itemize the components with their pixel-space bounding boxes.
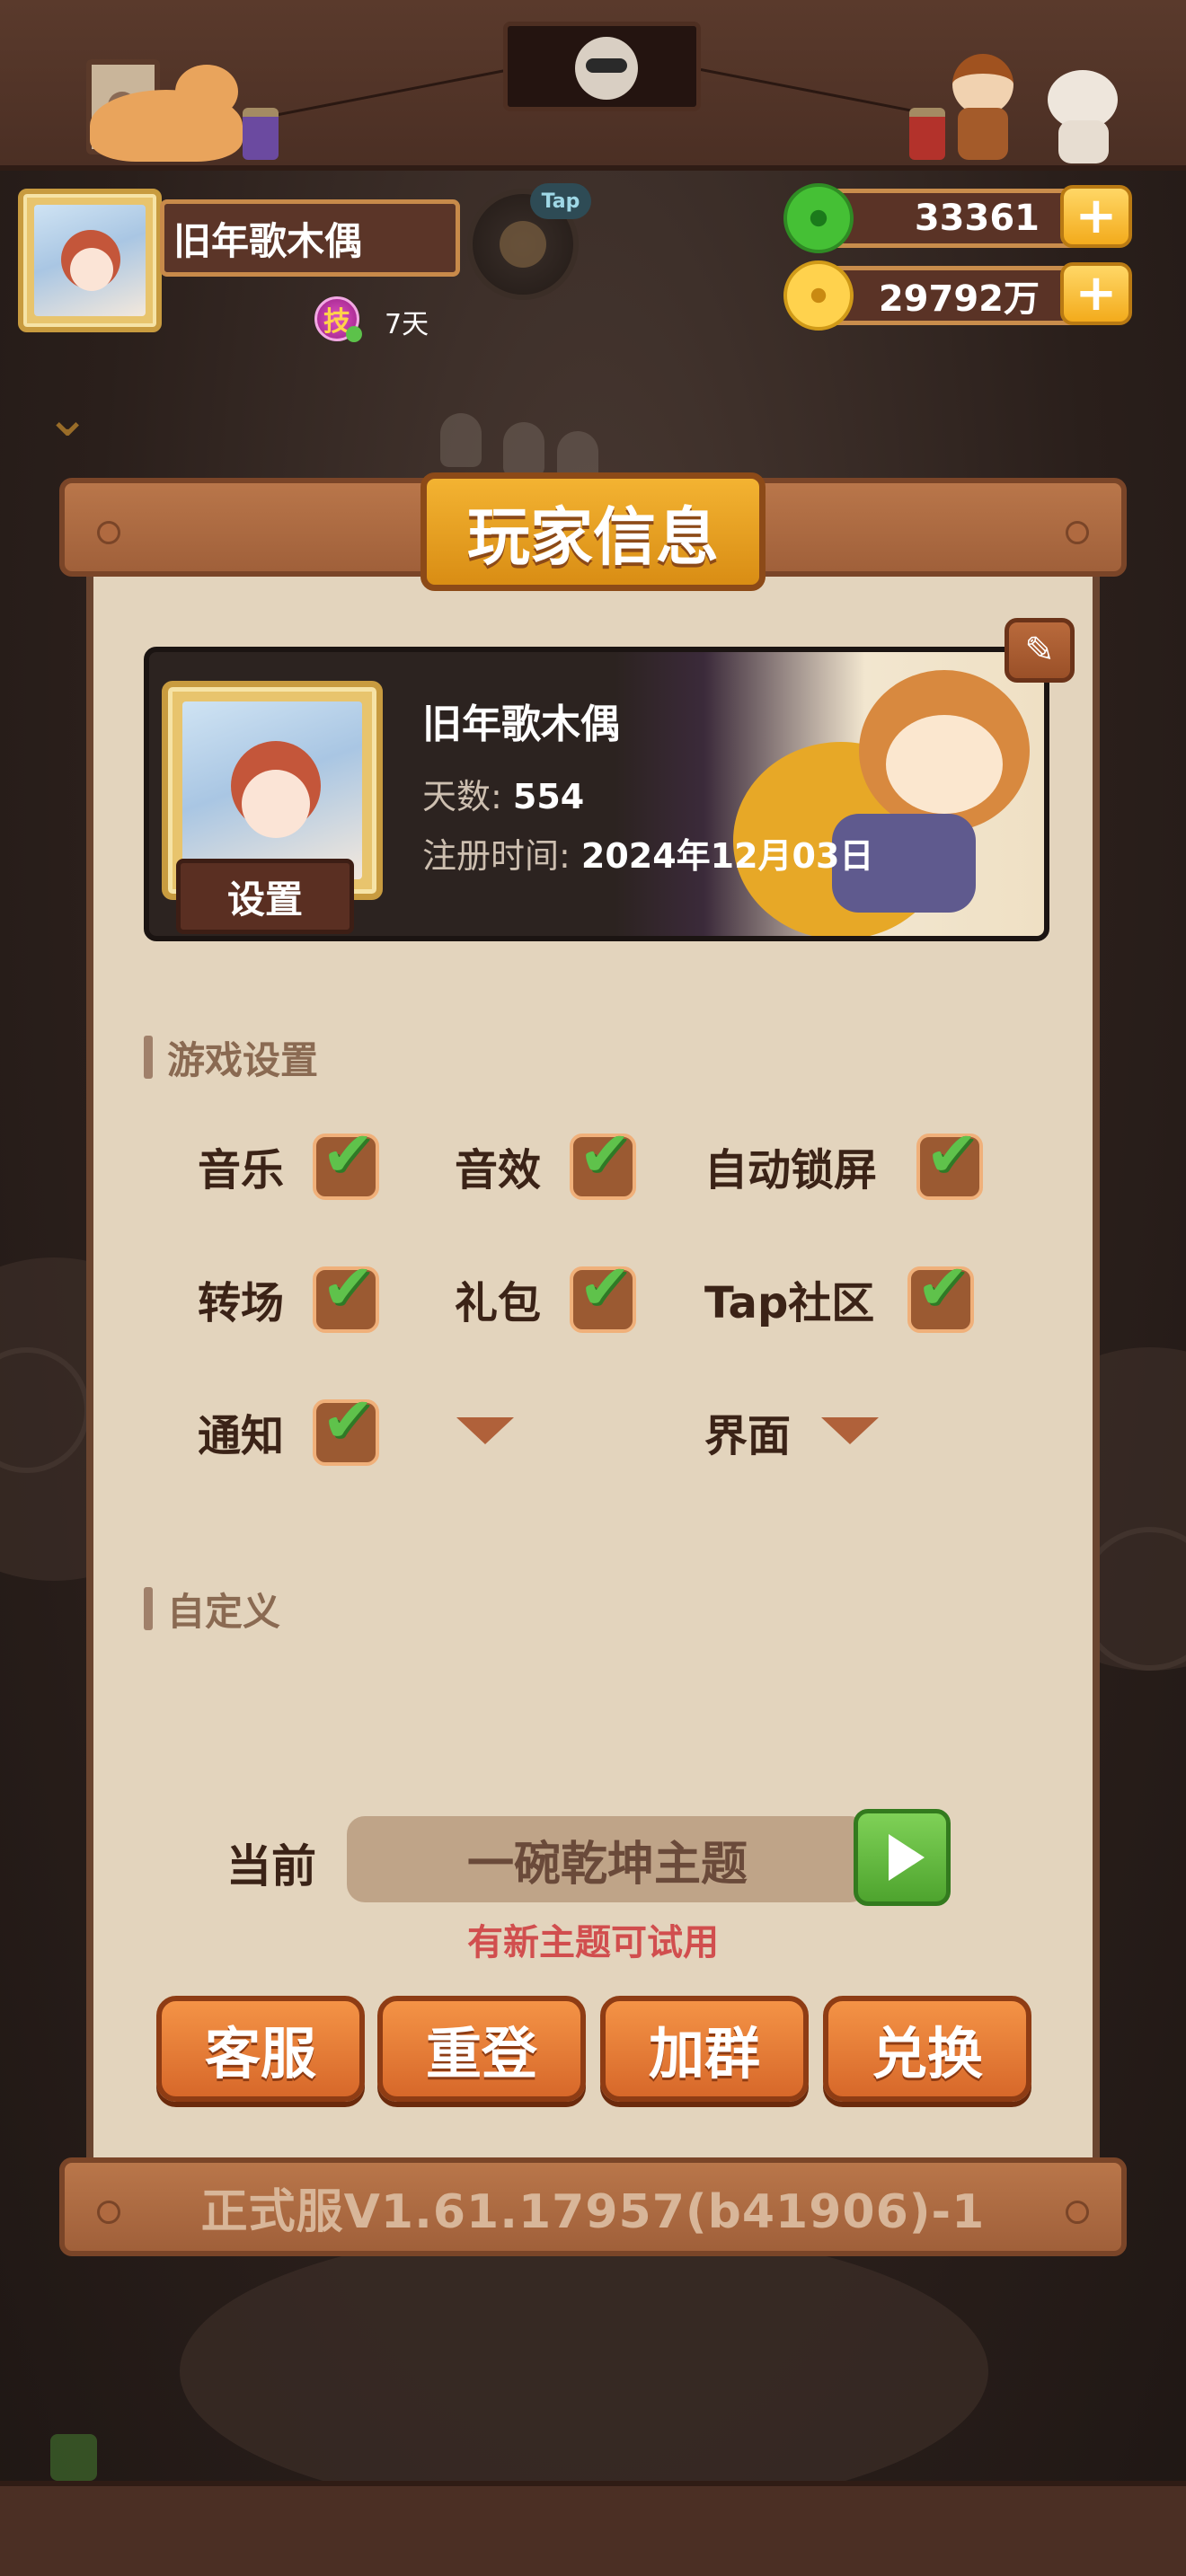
setting-notify-label: 通知	[198, 1411, 285, 1461]
jar-icon	[909, 108, 945, 160]
bottom-bar	[0, 2481, 1186, 2576]
register-value: 2024年12月03日	[580, 836, 874, 876]
gold-amount: 29792万	[878, 278, 1040, 320]
theme-current-label: 当前	[226, 1840, 316, 1892]
skill-badge-icon[interactable]: 技	[314, 296, 362, 342]
card-illustration	[724, 661, 1030, 936]
boy-figure	[943, 54, 1021, 162]
sound-checkbox[interactable]: ✔	[570, 1123, 636, 1200]
transition-checkbox[interactable]: ✔	[313, 1256, 379, 1333]
register-label: 注册时间:	[422, 836, 571, 876]
notify-checkbox[interactable]: ✔	[313, 1389, 379, 1466]
check-icon: ✔	[579, 1117, 632, 1191]
top-shelf	[0, 0, 1186, 171]
customer-service-button[interactable]: 客服	[156, 1996, 365, 2102]
section-title: 自定义	[167, 1589, 281, 1634]
tap-badge: Tap	[530, 183, 591, 219]
relogin-button[interactable]: 重登	[377, 1996, 586, 2102]
profile-name: 旧年歌木偶	[422, 701, 620, 747]
tap-community-checkbox[interactable]: ✔	[907, 1256, 974, 1333]
avatar-setting-button[interactable]: 设置	[176, 859, 354, 934]
check-icon: ✔	[925, 1117, 978, 1191]
setting-sound-label: 音效	[455, 1145, 542, 1195]
setting-transition-label: 转场	[198, 1278, 285, 1328]
redeem-button[interactable]: 兑换	[823, 1996, 1031, 2102]
section-game-settings: 游戏设置	[144, 1035, 318, 1082]
gold-coin-icon	[783, 260, 854, 331]
jade-amount: 33361	[914, 198, 1040, 239]
chevron-down-icon[interactable]	[456, 1417, 514, 1444]
player-name-plate: 旧年歌木偶	[160, 199, 460, 277]
jade-coin-icon	[783, 183, 854, 253]
chevron-down-icon[interactable]	[821, 1417, 879, 1444]
new-theme-hint: 有新主题可试用	[467, 1922, 719, 1963]
setting-tap-community-label: Tap社区	[704, 1278, 875, 1328]
chevron-down-icon[interactable]: ⌄	[45, 391, 117, 445]
panel-bottom-plank: 正式服V1.61.17957(b41906)-1	[59, 2157, 1127, 2256]
music-checkbox[interactable]: ✔	[313, 1123, 379, 1200]
auto-lock-checkbox[interactable]: ✔	[916, 1123, 983, 1200]
check-icon: ✔	[322, 1250, 375, 1324]
setting-interface-label: 界面	[704, 1411, 792, 1461]
sleeping-cat-figure	[90, 65, 243, 162]
gift-checkbox[interactable]: ✔	[570, 1256, 636, 1333]
jar-icon	[243, 108, 279, 160]
days-label: 天数:	[422, 777, 502, 816]
player-avatar[interactable]	[18, 189, 162, 332]
setting-music-label: 音乐	[198, 1145, 285, 1195]
theme-selector[interactable]: 一碗乾坤主题	[347, 1816, 868, 1902]
join-group-button[interactable]: 加群	[600, 1996, 809, 2102]
hanging-portrait[interactable]	[503, 22, 701, 111]
panel-title: 玩家信息	[420, 472, 766, 591]
edit-icon[interactable]: ✎	[1005, 618, 1075, 683]
check-icon: ✔	[916, 1250, 969, 1324]
check-icon: ✔	[579, 1250, 632, 1324]
days-value: 554	[512, 777, 585, 816]
profile-register-time: 注册时间: 2024年12月03日	[422, 828, 873, 878]
check-icon: ✔	[322, 1117, 375, 1191]
section-custom: 自定义	[144, 1586, 280, 1634]
setting-auto-lock-label: 自动锁屏	[704, 1145, 878, 1195]
corner-icon	[50, 2434, 97, 2481]
profile-days: 天数: 554	[422, 769, 584, 818]
player-name: 旧年歌木偶	[173, 218, 363, 263]
play-icon[interactable]	[854, 1809, 951, 1906]
check-icon: ✔	[322, 1383, 375, 1457]
add-gold-button[interactable]: +	[1060, 262, 1132, 325]
version-label: 正式服V1.61.17957(b41906)-1	[200, 2184, 986, 2239]
theme-value: 一碗乾坤主题	[466, 1837, 748, 1892]
setting-gift-label: 礼包	[455, 1278, 542, 1328]
cat-figure	[1042, 70, 1123, 163]
section-title: 游戏设置	[167, 1037, 319, 1082]
days-short-label: 7天	[385, 309, 429, 340]
add-jade-button[interactable]: +	[1060, 185, 1132, 248]
